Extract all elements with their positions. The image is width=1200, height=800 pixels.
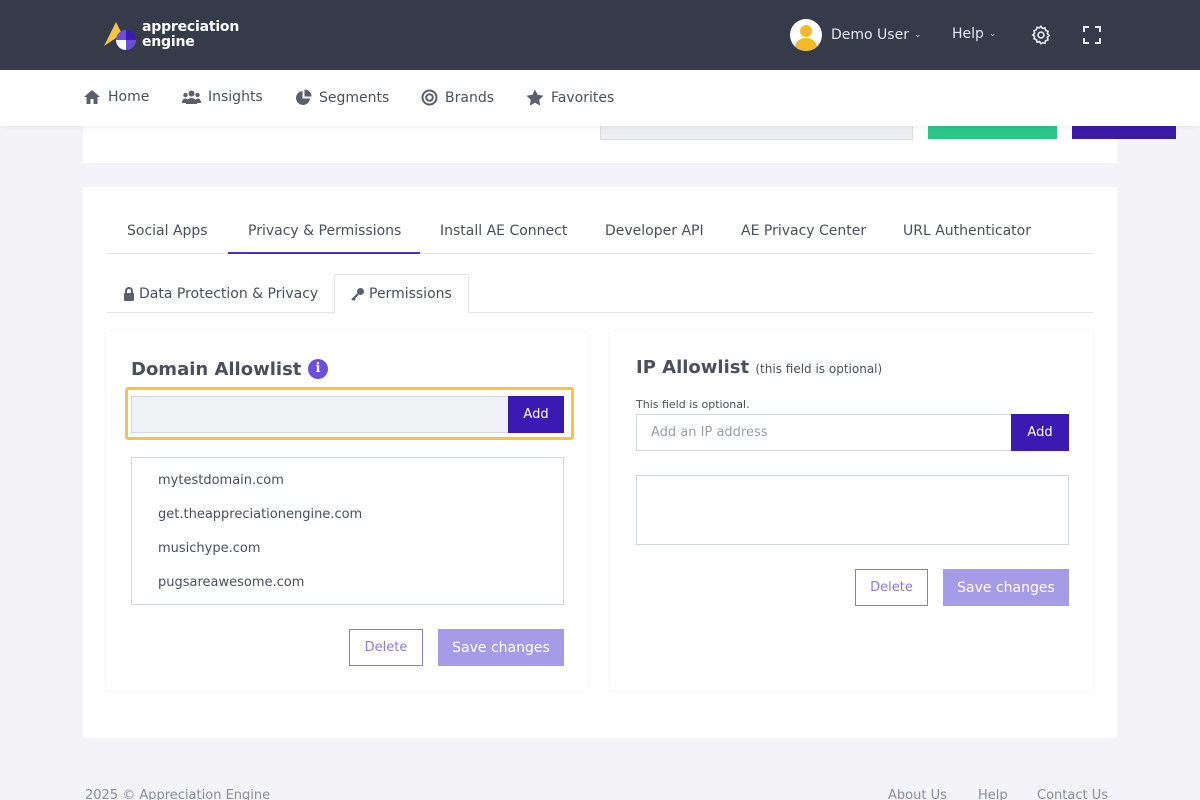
ip-allowlist-panel: IP Allowlist (this field is optional) Th… [611,332,1092,690]
home-icon [84,90,100,104]
lock-icon [124,286,134,301]
optional-note: (this field is optional) [755,362,883,376]
tab-url-authenticator[interactable]: URL Authenticator [903,223,1031,239]
tab-ae-privacy-center[interactable]: AE Privacy Center [741,223,866,239]
settings-tabs: Social Apps Privacy & Permissions Instal… [107,217,1093,254]
search-input-partial[interactable] [600,126,913,140]
pie-chart-icon [296,89,312,105]
settings-card: Social Apps Privacy & Permissions Instal… [83,187,1117,738]
users-icon [182,90,201,104]
add-domain-button[interactable]: Add [508,396,564,433]
user-menu[interactable]: Demo User ⌄ [790,19,922,51]
nav-label: Home [108,89,150,105]
footer-link-help[interactable]: Help [978,788,1008,800]
tab-social-apps[interactable]: Social Apps [127,223,208,239]
tab-install-ae-connect[interactable]: Install AE Connect [440,223,567,239]
save-ip-changes-button[interactable]: Save changes [943,569,1069,606]
subtab-label: Permissions [369,286,452,302]
chevron-down-icon: ⌄ [913,30,922,40]
avatar [790,19,822,51]
nav-label: Segments [319,89,390,106]
domain-allowlist-title: Domain Allowlist [131,359,302,380]
nav-item-brands[interactable]: Brands [421,89,494,106]
user-name: Demo User [831,27,909,43]
list-item[interactable]: mytestdomain.com [158,473,284,488]
logo-mark-icon [102,18,140,52]
optional-hint: This field is optional. [636,398,750,411]
nav-label: Insights [208,89,263,105]
key-icon [351,288,364,301]
domain-allowlist-panel: Domain Allowlist i Add mytestdomain.com … [107,332,587,690]
nav-label: Favorites [551,89,615,106]
chevron-down-icon: ⌄ [988,29,997,39]
list-item[interactable]: musichype.com [158,541,261,556]
tab-privacy-permissions[interactable]: Privacy & Permissions [248,223,401,239]
app-logo[interactable]: appreciation engine [102,18,239,52]
info-icon[interactable]: i [308,359,328,379]
nav-item-insights[interactable]: Insights [182,89,263,105]
logo-text: appreciation engine [142,20,239,50]
list-item[interactable]: get.theappreciationengine.com [158,507,362,522]
domain-input[interactable] [131,396,509,433]
subtab-data-protection[interactable]: Data Protection & Privacy [107,274,334,313]
footer-copyright: 2025 © Appreciation Engine [85,788,271,800]
subtab-permissions[interactable]: Permissions [334,274,469,314]
settings-gear-icon[interactable] [1030,24,1052,46]
green-button-partial[interactable] [928,126,1057,139]
subtab-label: Data Protection & Privacy [139,285,319,302]
nav-label: Brands [445,89,494,106]
domain-list[interactable]: mytestdomain.com get.theappreciationengi… [131,457,564,605]
delete-ip-button[interactable]: Delete [855,569,928,606]
star-icon [526,89,544,106]
add-ip-button[interactable]: Add [1011,414,1069,451]
footer-link-contact[interactable]: Contact Us [1037,788,1108,800]
help-menu[interactable]: Help ⌄ [952,26,996,42]
privacy-subtabs: Data Protection & Privacy Permissions [107,274,1093,314]
delete-domain-button[interactable]: Delete [349,629,423,666]
nav-item-favorites[interactable]: Favorites [526,89,614,106]
list-item[interactable]: pugsareawesome.com [158,575,304,590]
purple-button-partial[interactable] [1072,126,1176,139]
ip-list[interactable] [636,475,1069,545]
active-tab-indicator [228,252,420,254]
logo-line-1: appreciation [142,19,240,35]
top-bar: appreciation engine Demo User ⌄ Help ⌄ [0,0,1200,70]
nav-item-home[interactable]: Home [83,89,149,105]
nav-item-segments[interactable]: Segments [295,89,389,106]
header-card [83,126,1176,163]
ip-allowlist-title-text: IP Allowlist [636,357,750,378]
ip-address-input[interactable]: Add an IP address [636,414,1012,451]
help-label: Help [952,26,984,42]
ip-allowlist-title: IP Allowlist (this field is optional) [636,357,882,378]
target-icon [421,89,438,106]
main-nav: Home Insights Segments Brands Favorites [0,70,1200,126]
save-domain-changes-button[interactable]: Save changes [438,629,564,666]
footer-link-about[interactable]: About Us [888,788,947,800]
logo-line-2: engine [142,34,195,50]
tab-developer-api[interactable]: Developer API [605,223,704,239]
fullscreen-icon[interactable] [1083,26,1101,44]
